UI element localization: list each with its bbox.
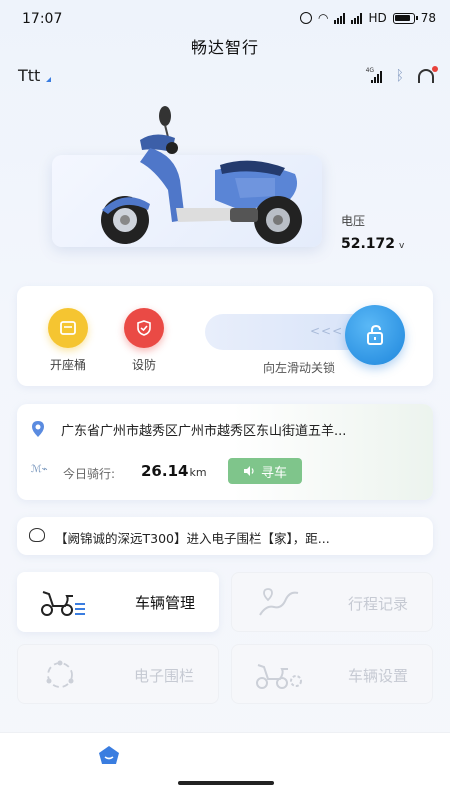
control-card: 开座桶 设防 <<< 向左滑动关锁 [17,286,433,386]
vehicle-manage-tile[interactable]: 车辆管理 [17,572,219,632]
4g-signal-icon: 4G [366,67,382,83]
top-icons: 4G ᛒ [366,66,438,84]
voltage-value: 52.172 v [341,236,404,252]
status-bar: 17:07 ◠ HD 78 [0,0,450,36]
battery-icon [392,12,418,24]
voltage-number: 52.172 [341,236,396,252]
ride-distance-number: 26.14 [141,462,189,480]
status-time: 17:07 [22,11,63,27]
geofence-label: 电子围栏 [133,667,194,685]
ride-distance-unit: km [189,466,207,479]
bluetooth-icon[interactable]: ᛒ [396,68,404,84]
bottom-tab-bar [0,732,450,800]
user-name-dropdown[interactable]: Ttt [18,66,40,85]
notice-icon [29,528,45,542]
location-card[interactable]: 广东省广州市越秀区广州市越秀区东山街道五羊... ℳ⌁ 今日骑行: 26.14k… [17,404,433,500]
speaker-icon [243,466,254,476]
find-vehicle-label: 寻车 [260,465,287,481]
ride-distance: 26.14km [141,462,207,480]
vehicle-settings-icon [256,664,302,689]
arm-label: 设防 [131,358,156,372]
alarm-icon [299,12,312,24]
arm-button[interactable]: 设防 [119,308,169,373]
status-icons: ◠ HD 78 [299,11,436,25]
open-seat-label: 开座桶 [49,358,86,372]
signal-icon-2 [351,12,363,24]
ride-label: 今日骑行: [63,467,116,481]
voltage-label: 电压 [341,214,366,228]
trip-record-tile[interactable]: 行程记录 [231,572,433,632]
map-background [233,404,433,500]
home-tab-icon[interactable] [98,745,120,765]
wifi-icon: ◠ [317,11,329,25]
seat-icon [48,308,88,348]
slider-arrows: <<< [310,324,344,338]
signal-icon [334,12,346,24]
trip-record-label: 行程记录 [347,595,408,613]
notice-card[interactable]: 【阙锦诚的深远T300】进入电子围栏【家】，距... [17,517,433,555]
geofence-icon [46,660,74,688]
notice-text: 【阙锦诚的深远T300】进入电子围栏【家】，距... [55,531,330,546]
geofence-tile[interactable]: 电子围栏 [17,644,219,704]
vehicle-settings-tile[interactable]: 车辆设置 [231,644,433,704]
open-seat-button[interactable]: 开座桶 [43,308,93,373]
slider-label: 向左滑动关锁 [263,361,336,375]
battery-level: 78 [420,11,436,25]
find-vehicle-button[interactable]: 寻车 [228,458,302,484]
shield-icon [124,308,164,348]
vehicle-settings-label: 车辆设置 [347,667,408,685]
dropdown-caret-icon[interactable] [46,77,51,82]
location-address: 广东省广州市越秀区广州市越秀区东山街道五羊... [61,424,347,439]
hd-badge: HD [368,11,387,25]
lock-slider-knob[interactable] [345,305,405,365]
customer-service-icon[interactable] [418,66,438,83]
trip-route-icon [259,588,299,616]
vehicle-manage-icon [41,591,85,616]
scooter-image [101,106,302,244]
location-pin-icon [32,421,44,437]
unlock-icon [367,324,383,345]
app-title: 畅达智行 [190,38,259,57]
ride-icon: ℳ⌁ [31,464,48,475]
vehicle-manage-label: 车辆管理 [134,594,195,612]
voltage-unit: v [399,241,405,251]
home-indicator[interactable] [178,781,274,785]
